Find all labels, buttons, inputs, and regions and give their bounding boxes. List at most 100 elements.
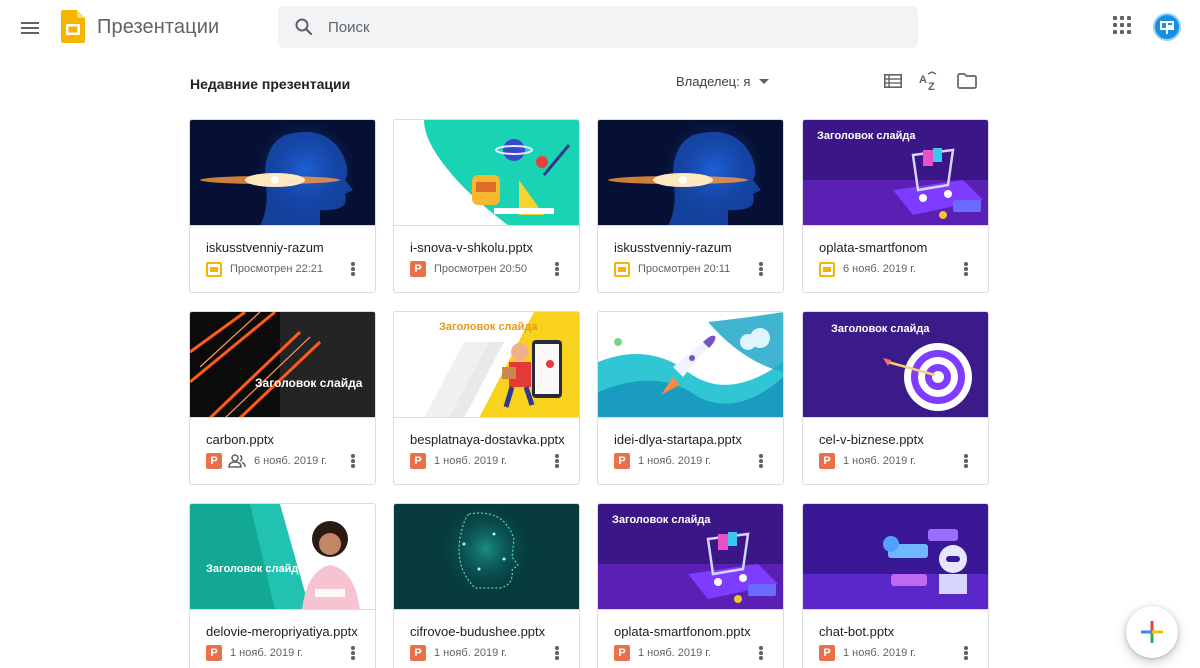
file-card[interactable]: Заголовок слайда carbon.pptx P 6 нояб. 2019… (189, 311, 376, 485)
powerpoint-file-icon: P (819, 453, 835, 469)
file-name: i-snova-v-shkolu.pptx (410, 240, 533, 255)
file-last-opened: 1 нояб. 2019 г. (434, 647, 507, 659)
list-view-icon[interactable] (881, 70, 905, 92)
owner-filter-dropdown[interactable]: Владелец: я (676, 73, 770, 89)
search-input[interactable] (328, 6, 888, 48)
more-options-icon[interactable] (756, 261, 766, 277)
file-name: besplatnaya-dostavka.pptx (410, 432, 565, 447)
file-name: delovie-meropriyatiya.pptx (206, 624, 358, 639)
powerpoint-file-icon: P (410, 645, 426, 661)
search-bar[interactable] (278, 6, 918, 48)
more-options-icon[interactable] (348, 261, 358, 277)
more-options-icon[interactable] (961, 453, 971, 469)
sort-az-icon[interactable]: A Z (917, 70, 941, 92)
file-name: oplata-smartfonom (819, 240, 928, 255)
file-card[interactable]: Заголовок слайда besplatnaya-dostavka.ppt… (393, 311, 580, 485)
file-meta: P 1 нояб. 2019 г. (819, 645, 916, 661)
account-avatar[interactable] (1153, 13, 1181, 41)
file-last-opened: 6 нояб. 2019 г. (843, 263, 916, 275)
shared-people-icon (228, 454, 246, 468)
file-card[interactable]: Заголовок слайда cel-v-biznese.pptx P 1 ноя… (802, 311, 989, 485)
file-thumbnail[interactable]: Заголовок слайда (394, 312, 579, 418)
file-last-opened: 1 нояб. 2019 г. (638, 647, 711, 659)
more-options-icon[interactable] (552, 453, 562, 469)
powerpoint-file-icon: P (206, 645, 222, 661)
top-bar: Презентации (0, 0, 1200, 56)
file-name: idei-dlya-startapa.pptx (614, 432, 742, 447)
file-meta: Просмотрен 22:21 (206, 261, 323, 277)
file-thumbnail[interactable]: Заголовок слайда (190, 312, 375, 418)
file-name: cifrovoe-budushee.pptx (410, 624, 546, 639)
file-last-opened: 1 нояб. 2019 г. (843, 455, 916, 467)
file-name: oplata-smartfonom.pptx (614, 624, 751, 639)
file-last-opened: Просмотрен 22:21 (230, 263, 324, 275)
file-card[interactable]: Заголовок слайда oplata-smartfonom.pptx P 1… (597, 503, 784, 668)
search-icon[interactable] (294, 17, 314, 37)
file-thumbnail[interactable]: Заголовок слайда (803, 120, 988, 226)
app-title[interactable]: Презентации (97, 16, 219, 39)
file-last-opened: 1 нояб. 2019 г. (638, 455, 711, 467)
more-options-icon[interactable] (552, 261, 562, 277)
more-options-icon[interactable] (348, 453, 358, 469)
thumbnail-title: Заголовок слайда (206, 563, 305, 575)
file-card[interactable]: i-snova-v-shkolu.pptx P Просмотрен 20:50 (393, 119, 580, 293)
file-meta: P 1 нояб. 2019 г. (206, 645, 303, 661)
file-meta: P 1 нояб. 2019 г. (410, 453, 507, 469)
svg-text:A: A (919, 74, 927, 86)
file-name: cel-v-biznese.pptx (819, 432, 924, 447)
file-thumbnail[interactable]: Заголовок слайда (190, 504, 375, 610)
powerpoint-file-icon: P (614, 453, 630, 469)
dropdown-caret-icon (759, 78, 770, 84)
file-thumbnail[interactable]: Заголовок слайда (803, 312, 988, 418)
file-name: iskusstvenniy-razum (206, 240, 324, 255)
file-name: chat-bot.pptx (819, 624, 895, 639)
file-thumbnail[interactable] (803, 504, 988, 610)
folder-icon[interactable] (955, 70, 979, 92)
file-last-opened: 6 нояб. 2019 г. (254, 455, 327, 467)
thumbnail-title: Заголовок слайда (612, 514, 711, 526)
file-thumbnail[interactable]: Заголовок слайда (598, 504, 783, 610)
more-options-icon[interactable] (756, 453, 766, 469)
slides-file-icon (206, 261, 222, 277)
thumbnail-title: Заголовок слайда (255, 376, 363, 390)
file-last-opened: 1 нояб. 2019 г. (230, 647, 303, 659)
file-card[interactable]: Заголовок слайда delovie-meropriyatiya.pp… (189, 503, 376, 668)
file-card[interactable]: chat-bot.pptx P 1 нояб. 2019 г. (802, 503, 989, 668)
svg-text:Z: Z (928, 81, 935, 91)
thumbnail-title: Заголовок слайда (817, 130, 916, 142)
more-options-icon[interactable] (961, 261, 971, 277)
create-new-button[interactable] (1126, 606, 1178, 658)
file-card[interactable]: idei-dlya-startapa.pptx P 1 нояб. 2019 г. (597, 311, 784, 485)
file-meta: Просмотрен 20:11 (614, 261, 730, 277)
file-last-opened: Просмотрен 20:11 (638, 263, 731, 275)
file-thumbnail[interactable] (394, 120, 579, 226)
slides-file-icon (614, 261, 630, 277)
file-name: iskusstvenniy-razum (614, 240, 732, 255)
google-apps-icon[interactable] (1113, 16, 1135, 38)
more-options-icon[interactable] (961, 645, 971, 661)
file-card[interactable]: iskusstvenniy-razum Просмотрен 22:21 (189, 119, 376, 293)
file-card[interactable]: cifrovoe-budushee.pptx P 1 нояб. 2019 г. (393, 503, 580, 668)
file-meta: P 1 нояб. 2019 г. (819, 453, 916, 469)
file-card[interactable]: Заголовок слайда oplata-smartfonom 6 нояб.… (802, 119, 989, 293)
file-thumbnail[interactable] (598, 312, 783, 418)
slides-logo-icon[interactable] (61, 10, 85, 43)
section-title: Недавние презентации (190, 76, 351, 92)
more-options-icon[interactable] (756, 645, 766, 661)
powerpoint-file-icon: P (206, 453, 222, 469)
main-menu-button[interactable] (14, 12, 46, 44)
powerpoint-file-icon: P (410, 261, 426, 277)
file-thumbnail[interactable] (190, 120, 375, 226)
file-thumbnail[interactable] (394, 504, 579, 610)
file-card[interactable]: iskusstvenniy-razum Просмотрен 20:11 (597, 119, 784, 293)
file-last-opened: 1 нояб. 2019 г. (843, 647, 916, 659)
powerpoint-file-icon: P (410, 453, 426, 469)
more-options-icon[interactable] (348, 645, 358, 661)
file-meta: P 6 нояб. 2019 г. (206, 453, 327, 469)
file-meta: P 1 нояб. 2019 г. (614, 645, 711, 661)
file-thumbnail[interactable] (598, 120, 783, 226)
file-last-opened: 1 нояб. 2019 г. (434, 455, 507, 467)
file-last-opened: Просмотрен 20:50 (434, 263, 528, 275)
file-meta: P 1 нояб. 2019 г. (410, 645, 507, 661)
more-options-icon[interactable] (552, 645, 562, 661)
